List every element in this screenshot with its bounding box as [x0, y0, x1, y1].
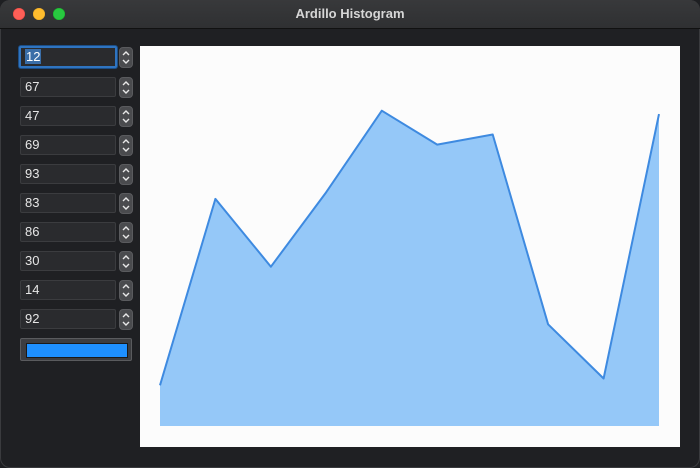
- value-input[interactable]: 30: [20, 251, 116, 271]
- chevron-up-icon: [122, 139, 130, 144]
- value-row: 86: [19, 221, 135, 243]
- value-stepper[interactable]: [119, 47, 133, 68]
- value-row: 93: [19, 163, 135, 185]
- value-row: 30: [19, 250, 135, 272]
- chevron-up-icon: [122, 110, 130, 115]
- chevron-up-icon: [122, 51, 130, 56]
- value-input[interactable]: 83: [20, 193, 116, 213]
- value-stepper[interactable]: [119, 251, 133, 272]
- value-row: 92: [19, 308, 135, 330]
- value-input[interactable]: 12: [19, 46, 117, 68]
- value-stepper[interactable]: [119, 193, 133, 214]
- chevron-down-icon: [122, 234, 130, 239]
- value-input-text: 12: [25, 49, 42, 64]
- value-input-text: 69: [25, 137, 40, 152]
- value-stepper[interactable]: [119, 77, 133, 98]
- area-fill: [160, 110, 659, 426]
- value-row: 69: [19, 134, 135, 156]
- chart-panel: [140, 46, 680, 447]
- chevron-down-icon: [122, 176, 130, 181]
- chevron-up-icon: [122, 313, 130, 318]
- value-input-text: 47: [25, 108, 40, 123]
- value-input-text: 14: [25, 282, 40, 297]
- app-window: Ardillo Histogram 12 67 47 69 93 83 86 30 14 92: [0, 0, 700, 468]
- value-row: 83: [19, 192, 135, 214]
- chevron-down-icon: [122, 321, 130, 326]
- chevron-down-icon: [122, 59, 130, 64]
- value-stepper[interactable]: [119, 135, 133, 156]
- value-stepper[interactable]: [119, 280, 133, 301]
- value-stepper[interactable]: [119, 309, 133, 330]
- color-swatch: [26, 343, 128, 358]
- value-input[interactable]: 92: [20, 309, 116, 329]
- area-chart: [159, 109, 660, 426]
- chevron-up-icon: [122, 284, 130, 289]
- value-stepper[interactable]: [119, 164, 133, 185]
- value-row: 14: [19, 279, 135, 301]
- value-input[interactable]: 93: [20, 164, 116, 184]
- value-input-text: 30: [25, 253, 40, 268]
- value-row: 12: [19, 46, 135, 68]
- chevron-down-icon: [122, 89, 130, 94]
- value-input[interactable]: 86: [20, 222, 116, 242]
- chevron-down-icon: [122, 263, 130, 268]
- value-input-text: 86: [25, 224, 40, 239]
- value-row: 47: [19, 105, 135, 127]
- chevron-up-icon: [122, 226, 130, 231]
- value-stepper[interactable]: [119, 106, 133, 127]
- value-input-text: 92: [25, 311, 40, 326]
- chevron-up-icon: [122, 168, 130, 173]
- window-title: Ardillo Histogram: [295, 6, 405, 21]
- value-input[interactable]: 67: [20, 77, 116, 97]
- value-input[interactable]: 47: [20, 106, 116, 126]
- value-stepper[interactable]: [119, 222, 133, 243]
- chevron-down-icon: [122, 118, 130, 123]
- title-bar[interactable]: Ardillo Histogram: [0, 0, 700, 29]
- value-input-text: 83: [25, 195, 40, 210]
- value-input[interactable]: 69: [20, 135, 116, 155]
- chevron-up-icon: [122, 255, 130, 260]
- value-input-text: 67: [25, 79, 40, 94]
- chevron-up-icon: [122, 81, 130, 86]
- chevron-down-icon: [122, 147, 130, 152]
- value-input-text: 93: [25, 166, 40, 181]
- value-input[interactable]: 14: [20, 280, 116, 300]
- chevron-up-icon: [122, 197, 130, 202]
- chevron-down-icon: [122, 205, 130, 210]
- chevron-down-icon: [122, 292, 130, 297]
- value-row: 67: [19, 76, 135, 98]
- color-picker-button[interactable]: [20, 338, 132, 361]
